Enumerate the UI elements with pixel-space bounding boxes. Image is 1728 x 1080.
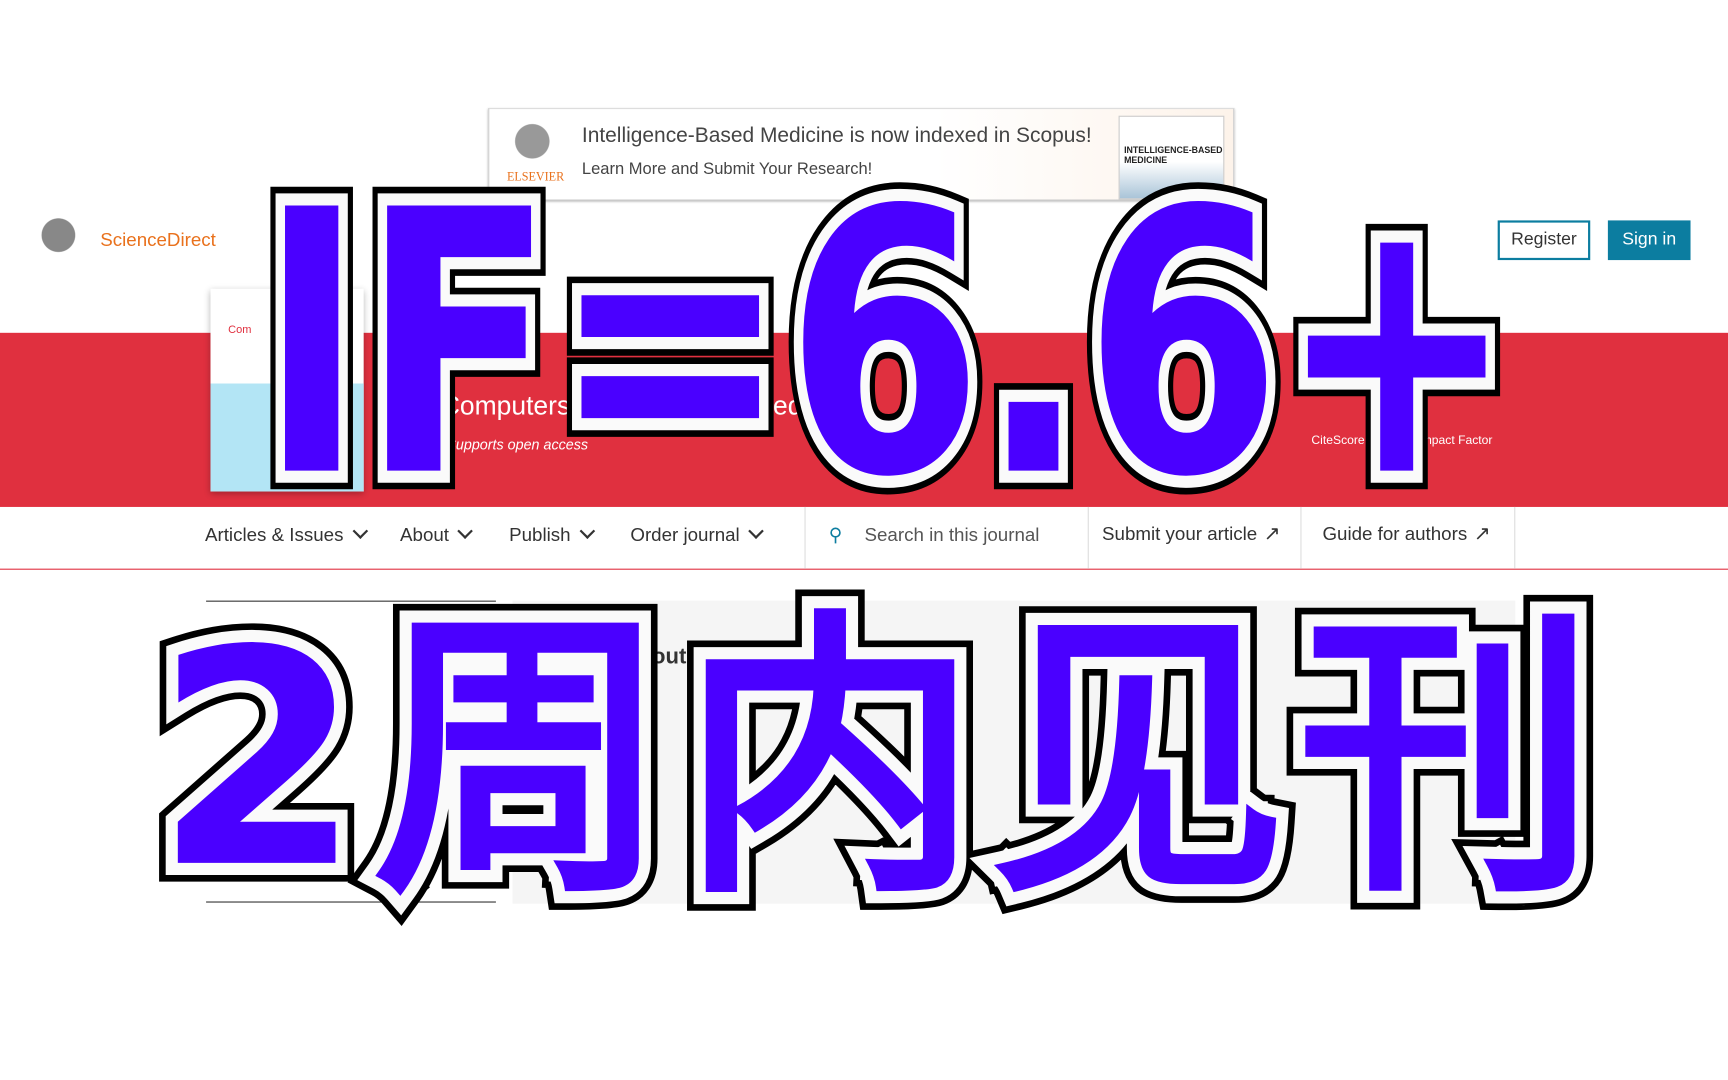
elsevier-logo-icon[interactable] xyxy=(30,214,86,266)
overlay-fill: 2周内见刊 xyxy=(154,586,1607,934)
page: ELSEVIER Intelligence-Based Medicine is … xyxy=(0,0,1728,1080)
cover-label: Com xyxy=(228,323,252,337)
sciencedirect-logo[interactable]: ScienceDirect xyxy=(100,229,216,251)
sign-in-button[interactable]: Sign in xyxy=(1607,220,1691,261)
nav-divider xyxy=(1514,506,1516,569)
overlay-fill: IF=6.6+ xyxy=(258,133,1516,557)
